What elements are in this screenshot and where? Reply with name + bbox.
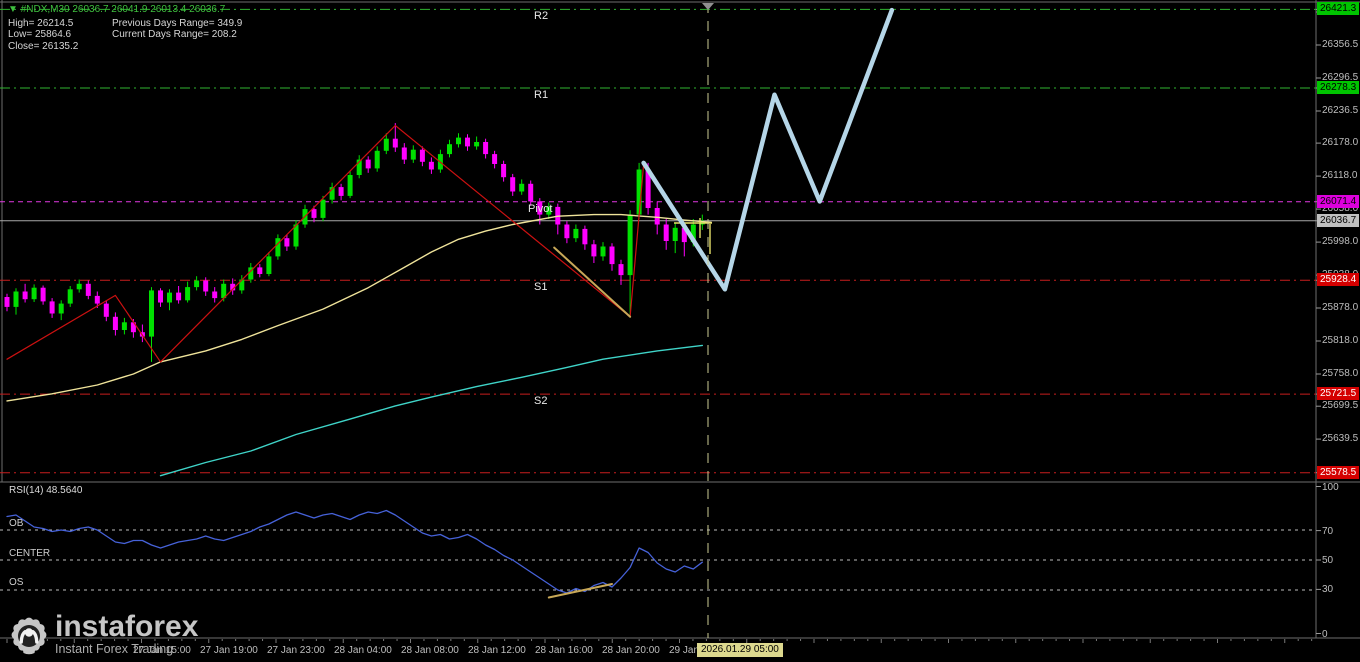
- price-tick-label: 25639.5: [1322, 433, 1359, 445]
- high-value: High= 26214.5: [8, 17, 74, 29]
- prev-range-value: Previous Days Range= 349.9: [112, 17, 243, 29]
- symbol-ohlc-text: #NDX,M30 26036.7 26041.9 26013.4 26036.7: [20, 4, 226, 15]
- time-tick-label: 28 Jan 16:00: [535, 645, 593, 656]
- price-tick-label: 26178.0: [1322, 137, 1359, 149]
- time-tick-label: 29 Jan: [669, 645, 700, 656]
- logo-tagline: Instant Forex Trading: [55, 642, 174, 656]
- pivot-label-s1: S1: [534, 281, 548, 294]
- price-tick-label: 25998.0: [1322, 236, 1359, 248]
- time-tick-label: 27 Jan 19:00: [200, 645, 258, 656]
- time-tick-label: 28 Jan 12:00: [468, 645, 526, 656]
- price-tick-label: 26236.5: [1322, 105, 1359, 116]
- info-row-close: Close= 26135.2: [8, 41, 242, 53]
- curr-range-value: Current Days Range= 208.2: [112, 29, 237, 40]
- rsi-indicator-title: RSI(14) 48.5640: [9, 485, 83, 496]
- current-time-badge: 2026.01.29 05:00: [697, 643, 783, 657]
- low-value: Low= 25864.6: [8, 29, 72, 40]
- time-tick-label: 28 Jan 04:00: [334, 645, 392, 656]
- price-tick-label: 25818.0: [1322, 335, 1359, 346]
- price-tick-label: 25878.0: [1322, 302, 1359, 313]
- symbol-info-panel: ▼ #NDX,M30 26036.7 26041.9 26013.4 26036…: [8, 4, 242, 52]
- rsi-tick-label: 70: [1322, 525, 1334, 537]
- time-tick-label: 28 Jan 08:00: [401, 645, 459, 656]
- price-tick-label: 26118.0: [1322, 170, 1358, 182]
- info-row-high: High= 26214.5 Previous Days Range= 349.9: [8, 18, 242, 30]
- price-badge-26036.7: 26036.7: [1317, 213, 1360, 227]
- symbol-ohlc-line: ▼ #NDX,M30 26036.7 26041.9 26013.4 26036…: [8, 4, 242, 16]
- info-row-low: Low= 25864.6 Current Days Range= 208.2: [8, 29, 242, 41]
- price-badge-26071.4: 26071.4: [1317, 194, 1360, 208]
- price-tick-label: 25758.0: [1322, 368, 1359, 379]
- instaforex-gear-icon: [11, 617, 47, 655]
- rsi-tick-label: 30: [1322, 584, 1334, 596]
- time-tick-label: 27 Jan 23:00: [267, 645, 325, 656]
- pivot-label-s2: S2: [534, 395, 548, 408]
- rsi-overbought-label: OB: [9, 518, 24, 529]
- rsi-tick-label: 0: [1322, 628, 1328, 640]
- price-badge-26278.3: 26278.3: [1317, 81, 1360, 94]
- price-badge-25721.5: 25721.5: [1317, 387, 1360, 401]
- rsi-oversold-label: OS: [9, 577, 24, 588]
- rsi-tick-label: 100: [1322, 481, 1339, 493]
- instaforex-logo: instaforex Instant Forex Trading: [8, 612, 198, 658]
- logo-name: instaforex: [55, 610, 199, 643]
- price-tick-label: 25699.5: [1322, 400, 1359, 412]
- price-tick-label: 26356.5: [1322, 39, 1359, 50]
- close-value: Close= 26135.2: [8, 40, 79, 52]
- chart-window: ▼ #NDX,M30 26036.7 26041.9 26013.4 26036…: [0, 0, 1360, 662]
- price-badge-25928.4: 25928.4: [1317, 273, 1360, 287]
- chart-canvas[interactable]: [0, 0, 1360, 662]
- pivot-label-r1: R1: [534, 89, 549, 101]
- time-tick-label: 28 Jan 20:00: [602, 645, 660, 656]
- pivot-label-r2: R2: [534, 10, 549, 23]
- price-badge-25578.5: 25578.5: [1317, 465, 1360, 479]
- price-badge-26421.3: 26421.3: [1317, 2, 1360, 16]
- pivot-label-pivot: Pivot: [528, 202, 553, 215]
- rsi-center-label: CENTER: [9, 548, 51, 559]
- rsi-tick-label: 50: [1322, 555, 1334, 566]
- symbol-dropdown-icon[interactable]: ▼: [8, 4, 18, 15]
